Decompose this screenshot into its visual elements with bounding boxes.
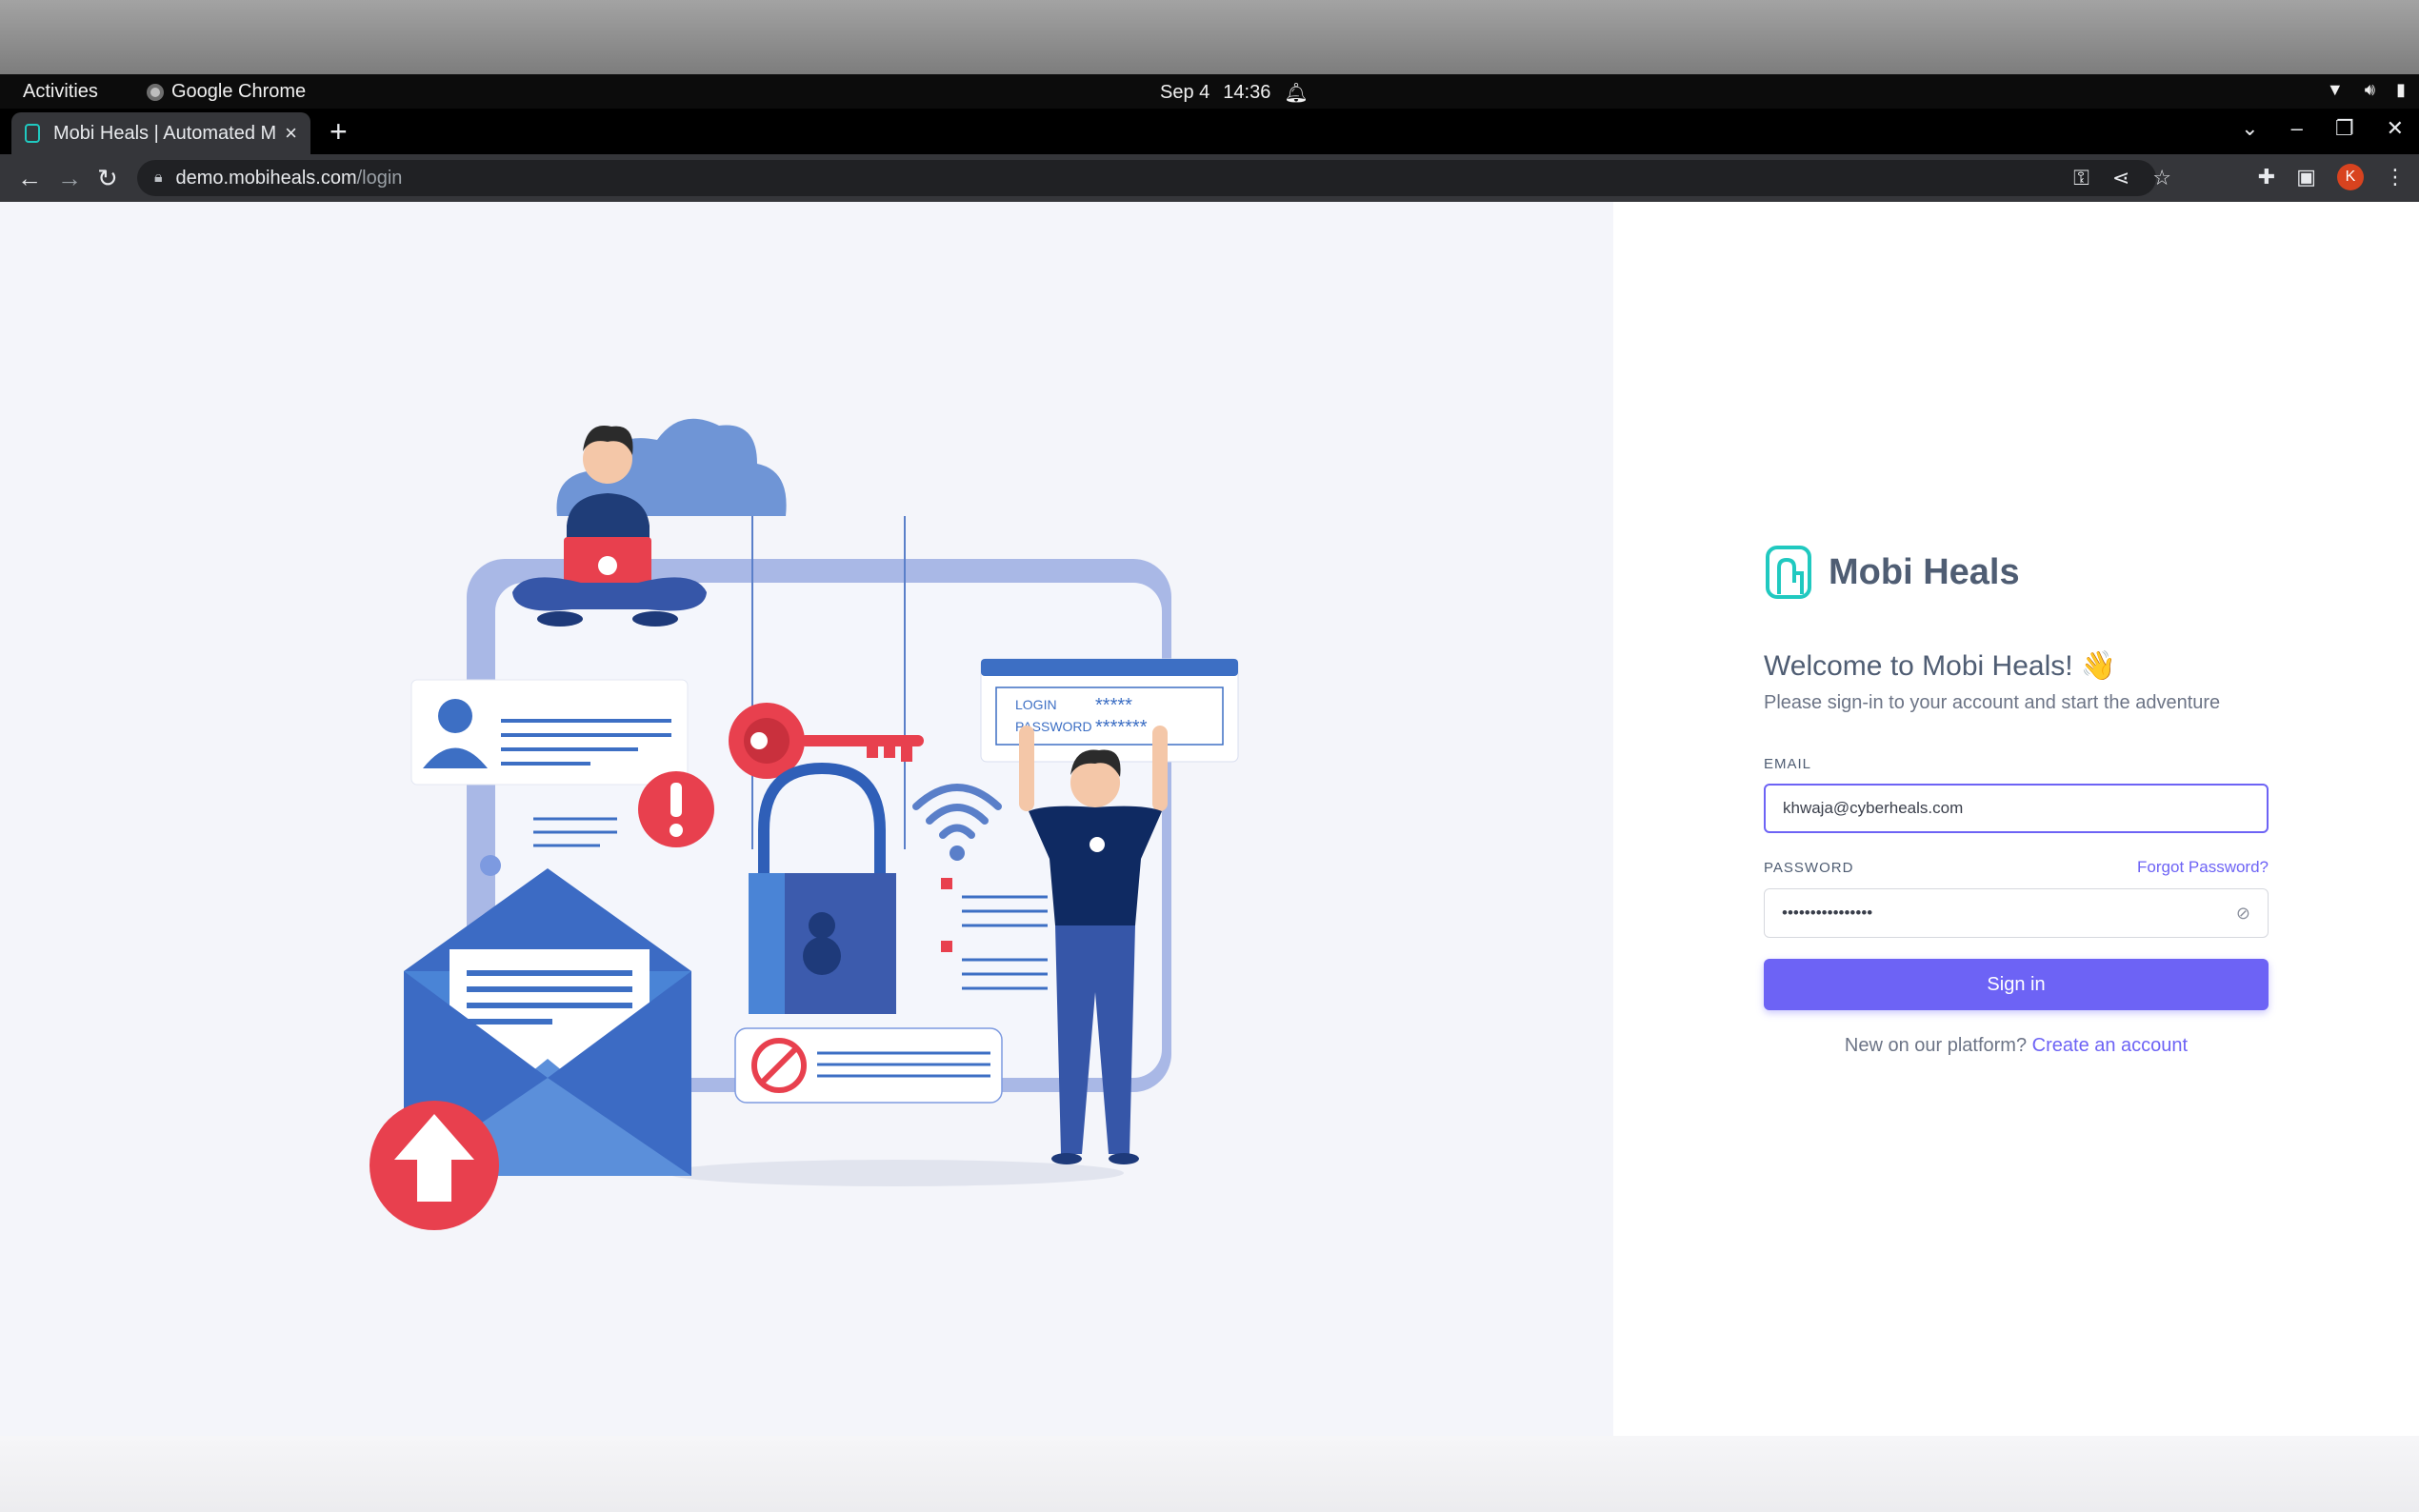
- browser-toolbar: ← → ↻ 🔒︎ demo.mobiheals.com/login ⚿ ⋖ ☆ …: [0, 154, 2419, 202]
- key-icon[interactable]: ⚿: [2073, 166, 2089, 190]
- security-illustration: LOGIN ***** PASSWORD *******: [370, 418, 1239, 1230]
- email-value: khwaja@cyberheals.com: [1783, 799, 1964, 817]
- welcome-subtitle: Please sign-in to your account and start…: [1764, 692, 2221, 713]
- mobi-heals-logo-icon: [1766, 546, 1811, 599]
- alert-icon: [638, 771, 714, 847]
- window-controls: ⌄ – ❐ ✕: [2241, 116, 2404, 141]
- clock-date: Sep 4: [1160, 82, 1210, 103]
- lock-icon[interactable]: 🔒︎: [154, 169, 163, 187]
- volume-icon: 🔊︎: [2364, 80, 2376, 99]
- svg-text:*******: *******: [1095, 717, 1148, 738]
- chrome-icon: [147, 83, 164, 101]
- brand-name: Mobi Heals: [1829, 551, 2020, 592]
- clock[interactable]: Sep 4 14:36 🔔︎: [1160, 81, 1309, 105]
- email-label: EMAIL: [1764, 756, 1812, 772]
- battery-icon: ▮: [2396, 80, 2406, 99]
- maximize-icon[interactable]: ❐: [2335, 116, 2354, 141]
- url-path: /login: [356, 167, 403, 189]
- minimize-icon[interactable]: –: [2291, 116, 2303, 141]
- blocked-card: [734, 1027, 1003, 1104]
- close-window-icon[interactable]: ✕: [2387, 116, 2404, 141]
- svg-text:*****: *****: [1095, 695, 1132, 716]
- address-bar[interactable]: 🔒︎ demo.mobiheals.com/login: [137, 160, 2156, 196]
- login-panel: Mobi Heals Welcome to Mobi Heals! 👋 Plea…: [1613, 202, 2419, 1436]
- menu-kebab-icon[interactable]: ⋮: [2385, 165, 2406, 189]
- side-panel-icon[interactable]: ▣: [2296, 165, 2316, 189]
- wifi-icon: ▼: [2326, 80, 2344, 99]
- new-tab-button[interactable]: +: [330, 114, 348, 149]
- password-label: PASSWORD: [1764, 859, 1854, 876]
- tab-close-icon[interactable]: ×: [285, 121, 297, 146]
- favicon-icon: [25, 124, 40, 143]
- password-label-row: PASSWORD Forgot Password?: [1764, 858, 2269, 877]
- browser-tab[interactable]: Mobi Heals | Automated M ×: [11, 112, 310, 154]
- activities-button[interactable]: Activities: [23, 81, 98, 103]
- signup-text: New on our platform?: [1844, 1035, 2028, 1056]
- signup-prompt: New on our platform? Create an account: [1764, 1035, 2269, 1057]
- forward-arrow-icon[interactable]: →: [57, 164, 82, 193]
- share-icon[interactable]: ⋖: [2112, 166, 2129, 190]
- password-input[interactable]: •••••••••••••••• ⊘: [1764, 888, 2269, 938]
- sign-in-button[interactable]: Sign in: [1764, 959, 2269, 1010]
- eye-off-icon[interactable]: ⊘: [2236, 904, 2250, 924]
- password-value: ••••••••••••••••: [1782, 904, 1873, 922]
- reload-icon[interactable]: ↻: [97, 164, 118, 193]
- tab-title: Mobi Heals | Automated M: [53, 122, 277, 144]
- bookmark-star-icon[interactable]: ☆: [2152, 166, 2171, 190]
- welcome-heading: Welcome to Mobi Heals! 👋: [1764, 650, 2117, 682]
- profile-card: [410, 679, 689, 786]
- email-input[interactable]: khwaja@cyberheals.com: [1764, 784, 2269, 833]
- forgot-password-link[interactable]: Forgot Password?: [2137, 858, 2269, 877]
- illustration-panel: LOGIN ***** PASSWORD *******: [0, 202, 1613, 1436]
- system-tray[interactable]: ▼ 🔊︎ ▮: [2327, 80, 2406, 100]
- upload-icon: [370, 1101, 499, 1230]
- profile-avatar[interactable]: K: [2337, 164, 2364, 190]
- svg-text:LOGIN: LOGIN: [1015, 697, 1057, 712]
- clock-time: 14:36: [1223, 82, 1271, 103]
- create-account-link[interactable]: Create an account: [2032, 1035, 2188, 1056]
- toolbar-icons: ✚ ▣ K ⋮: [2258, 164, 2406, 190]
- tab-strip: Mobi Heals | Automated M × + ⌄ – ❐ ✕: [0, 109, 2419, 154]
- url-host: demo.mobiheals.com: [175, 167, 357, 189]
- extensions-icon[interactable]: ✚: [2258, 165, 2275, 189]
- app-menu[interactable]: Google Chrome: [147, 81, 306, 103]
- page-bottom-area: [0, 1436, 2419, 1512]
- app-name: Google Chrome: [171, 81, 307, 102]
- tab-search-icon[interactable]: ⌄: [2241, 116, 2258, 141]
- back-arrow-icon[interactable]: ←: [17, 164, 42, 193]
- alarm-icon: 🔔︎: [1284, 83, 1309, 104]
- brand-header: Mobi Heals: [1764, 545, 2269, 600]
- login-form: Mobi Heals Welcome to Mobi Heals! 👋 Plea…: [1764, 545, 2269, 1057]
- omnibox-icons: ⚿ ⋖ ☆: [2073, 166, 2171, 190]
- system-top-bar: Activities Google Chrome Sep 4 14:36 🔔︎ …: [0, 74, 2419, 109]
- desktop-top-shade: [0, 0, 2419, 74]
- page-viewport: LOGIN ***** PASSWORD ******* Mobi Heals …: [0, 202, 2419, 1512]
